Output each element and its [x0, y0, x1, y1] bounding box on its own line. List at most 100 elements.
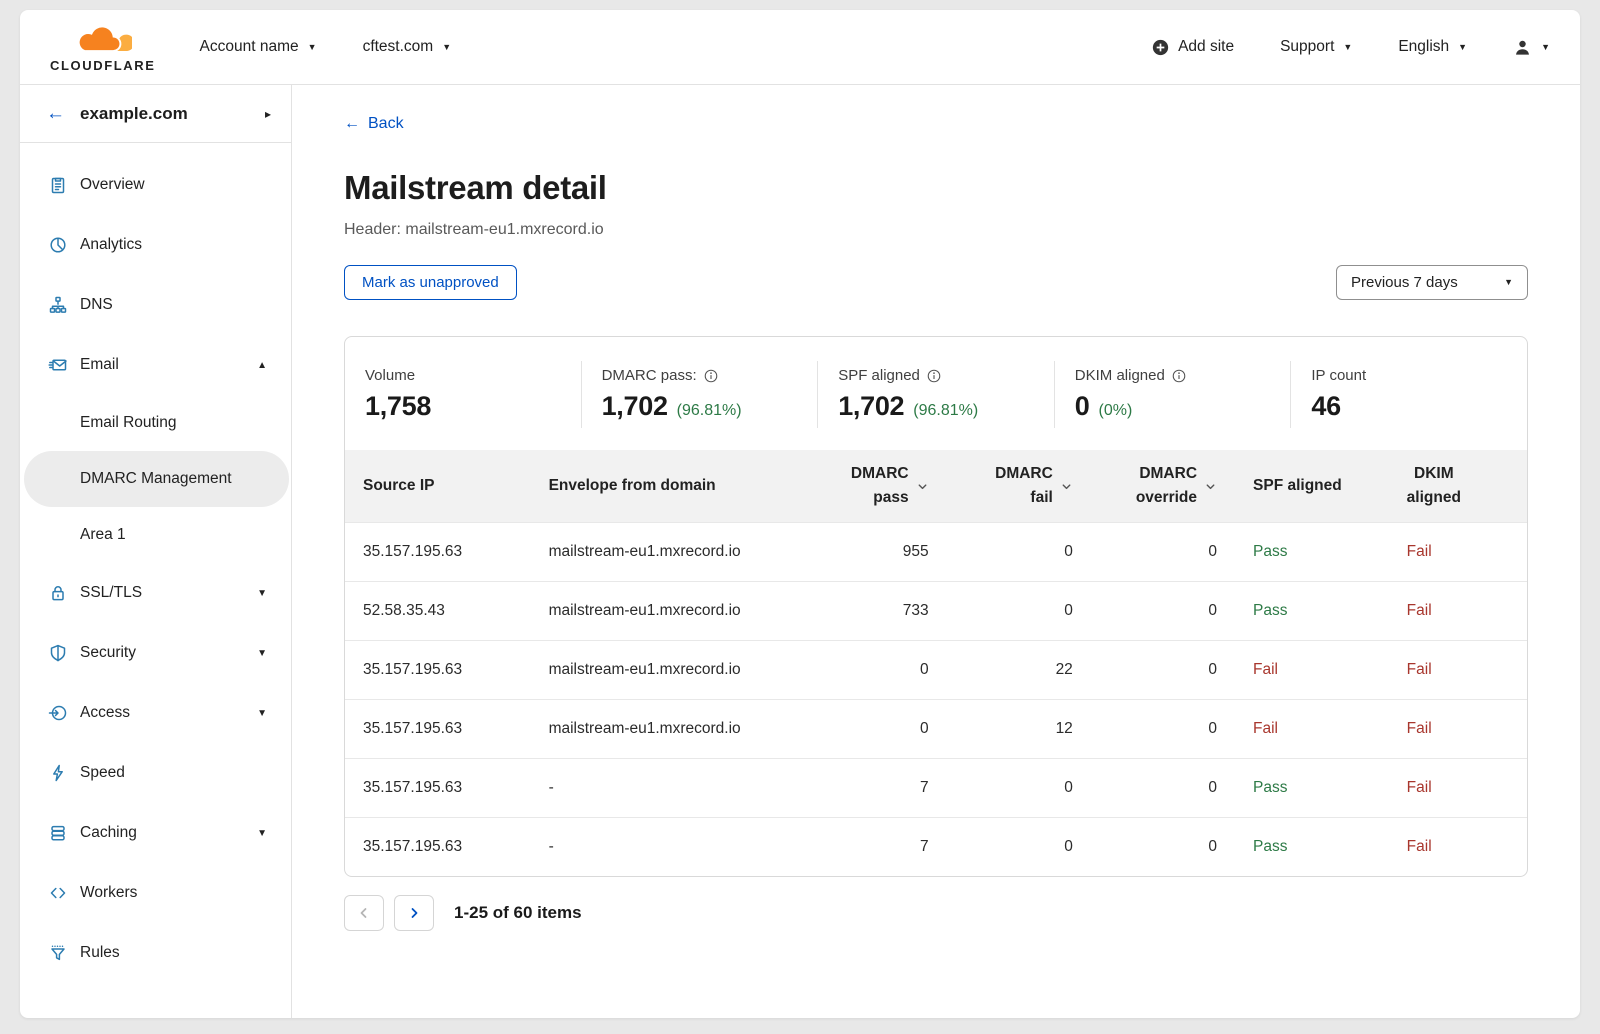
chevron-down-icon: ▼ [257, 708, 267, 719]
stat-percentage: (96.81%) [677, 402, 742, 420]
next-page-button[interactable] [394, 895, 434, 931]
code-icon [46, 883, 70, 903]
back-link-label: Back [368, 115, 404, 133]
cell-envelope-from-domain: mailstream-eu1.mxrecord.io [531, 522, 813, 581]
cell-source-ip: 35.157.195.63 [345, 699, 531, 758]
table-row: 35.157.195.63mailstream-eu1.mxrecord.io0… [345, 640, 1527, 699]
sidebar-item-caching[interactable]: Caching▼ [24, 803, 289, 863]
date-range-select[interactable]: Previous 7 days ▼ [1336, 265, 1528, 300]
stat-percentage: (96.81%) [913, 402, 978, 420]
column-header-dmarc-fail[interactable]: DMARCfail [947, 450, 1091, 522]
pie-icon [46, 235, 70, 255]
stat-label: DMARC pass: [602, 367, 697, 384]
stats-row: Volume1,758DMARC pass:1,702(96.81%)SPF a… [345, 337, 1527, 450]
top-bar-right: Add site Support ▼ English ▼ ▼ [1106, 38, 1550, 57]
cell-envelope-from-domain: mailstream-eu1.mxrecord.io [531, 640, 813, 699]
column-header-dmarc-pass[interactable]: DMARCpass [813, 450, 947, 522]
sidebar-item-area-1[interactable]: Area 1 [24, 507, 289, 563]
sidebar-item-label: Email Routing [80, 414, 267, 432]
brand-wordmark: CLOUDFLARE [50, 58, 156, 73]
add-site-button[interactable]: Add site [1152, 38, 1234, 56]
account-menu[interactable]: Account name ▼ [200, 38, 317, 56]
cell-dmarc-override: 0 [1091, 640, 1235, 699]
mark-as-unapproved-button[interactable]: Mark as unapproved [344, 265, 517, 300]
sort-chevron-icon[interactable] [1204, 480, 1217, 493]
info-icon[interactable] [927, 369, 941, 383]
sidebar-item-label: Rules [80, 944, 267, 962]
column-header-dmarc-override[interactable]: DMARCoverride [1091, 450, 1235, 522]
chevron-down-icon: ▼ [1541, 43, 1550, 52]
access-icon [46, 703, 70, 723]
back-link[interactable]: ← Back [344, 115, 404, 133]
language-menu[interactable]: English ▼ [1398, 38, 1467, 56]
sidebar-item-label: Speed [80, 764, 267, 782]
stat-percentage: (0%) [1099, 402, 1133, 420]
sidebar-item-workers[interactable]: Workers [24, 863, 289, 923]
cell-dmarc-override: 0 [1091, 522, 1235, 581]
sidebar-item-access[interactable]: Access▼ [24, 683, 289, 743]
sidebar-item-dns[interactable]: DNS [24, 275, 289, 335]
cell-dmarc-override: 0 [1091, 758, 1235, 817]
cell-source-ip: 52.58.35.43 [345, 581, 531, 640]
cell-envelope-from-domain: mailstream-eu1.mxrecord.io [531, 699, 813, 758]
table-header-row: Source IPEnvelope from domainDMARCpassDM… [345, 450, 1527, 522]
chevron-right-icon[interactable]: ▸ [265, 107, 271, 121]
bolt-icon [46, 763, 70, 783]
sidebar-item-label: Access [80, 704, 257, 722]
chevron-down-icon: ▼ [257, 828, 267, 839]
cell-dmarc-override: 0 [1091, 699, 1235, 758]
sidebar-item-speed[interactable]: Speed [24, 743, 289, 803]
cell-dkim-aligned: Fail [1389, 758, 1527, 817]
back-arrow-icon[interactable]: ← [46, 104, 65, 123]
cell-dmarc-pass: 0 [813, 640, 947, 699]
stat-value: 46 [1311, 391, 1340, 422]
sidebar-item-email[interactable]: Email▲ [24, 335, 289, 395]
sidebar-item-security[interactable]: Security▼ [24, 623, 289, 683]
shield-icon [46, 643, 70, 663]
clipboard-icon [46, 175, 70, 195]
cell-dmarc-override: 0 [1091, 581, 1235, 640]
sidebar-item-ssl-tls[interactable]: SSL/TLS▼ [24, 563, 289, 623]
site-menu[interactable]: cftest.com ▼ [363, 38, 452, 56]
cell-dmarc-fail: 0 [947, 522, 1091, 581]
chevron-down-icon: ▼ [1458, 43, 1467, 52]
sort-chevron-icon[interactable] [916, 480, 929, 493]
cell-spf-aligned: Pass [1235, 817, 1389, 876]
app-window: CLOUDFLARE Account name ▼ cftest.com ▼ A… [20, 10, 1580, 1018]
cloudflare-logo[interactable]: CLOUDFLARE [50, 21, 156, 73]
sidebar-item-email-routing[interactable]: Email Routing [24, 395, 289, 451]
info-icon[interactable] [1172, 369, 1186, 383]
network-icon [46, 295, 70, 315]
person-icon [1513, 38, 1532, 57]
support-menu[interactable]: Support ▼ [1280, 38, 1352, 56]
cell-dmarc-fail: 0 [947, 758, 1091, 817]
column-label: DKIMaligned [1407, 462, 1461, 510]
sidebar-item-analytics[interactable]: Analytics [24, 215, 289, 275]
stat-value: 1,702 [838, 391, 904, 422]
column-label: DMARCfail [995, 462, 1053, 510]
table-row: 52.58.35.43mailstream-eu1.mxrecord.io733… [345, 581, 1527, 640]
cell-spf-aligned: Fail [1235, 699, 1389, 758]
sidebar-item-label: Security [80, 644, 257, 662]
cell-dkim-aligned: Fail [1389, 699, 1527, 758]
page-subtitle: Header: mailstream-eu1.mxrecord.io [344, 221, 1528, 239]
date-range-value: Previous 7 days [1351, 274, 1458, 291]
sidebar-item-label: Overview [80, 176, 267, 194]
chevron-down-icon: ▼ [442, 43, 451, 52]
cloudflare-cloud-icon [74, 21, 132, 60]
sidebar-item-overview[interactable]: Overview [24, 155, 289, 215]
cell-envelope-from-domain: mailstream-eu1.mxrecord.io [531, 581, 813, 640]
stat-label: DKIM aligned [1075, 367, 1165, 384]
user-menu[interactable]: ▼ [1513, 38, 1550, 57]
chevron-down-icon: ▼ [257, 648, 267, 659]
info-icon[interactable] [704, 369, 718, 383]
cell-dmarc-pass: 733 [813, 581, 947, 640]
prev-page-button[interactable] [344, 895, 384, 931]
language-label: English [1398, 38, 1449, 56]
sidebar-item-rules[interactable]: Rules [24, 923, 289, 983]
cell-source-ip: 35.157.195.63 [345, 758, 531, 817]
sidebar-item-dmarc-management[interactable]: DMARC Management [24, 451, 289, 507]
mailstream-card: Volume1,758DMARC pass:1,702(96.81%)SPF a… [344, 336, 1528, 877]
sort-chevron-icon[interactable] [1060, 480, 1073, 493]
cell-spf-aligned: Fail [1235, 640, 1389, 699]
